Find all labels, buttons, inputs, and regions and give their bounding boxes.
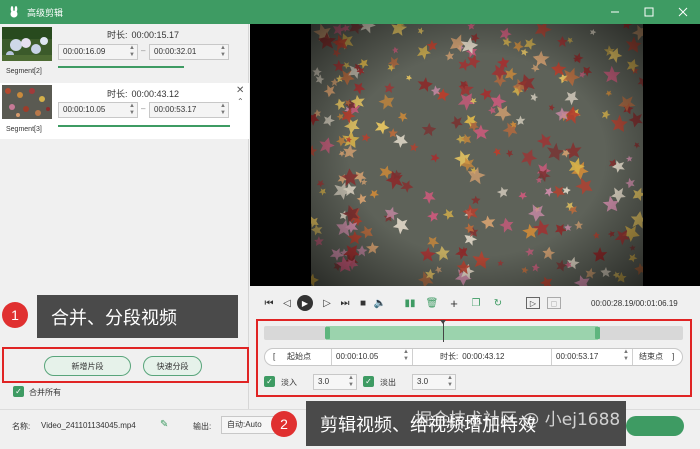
skip-start-icon[interactable]: ⏮: [262, 296, 276, 310]
stop-icon[interactable]: ■: [356, 296, 370, 310]
output-label: 输出:: [193, 422, 212, 431]
segment-end-input[interactable]: 00:00:32.01 ▲ ▼: [149, 44, 229, 60]
mark-out-icon[interactable]: ◻: [547, 297, 561, 309]
fade-out-label: 淡出: [380, 378, 396, 387]
play-icon[interactable]: ▶: [297, 295, 313, 311]
mark-in-icon[interactable]: ▷: [526, 297, 540, 309]
start-time-input[interactable]: 00:00:10.05 ▲ ▼: [331, 349, 413, 365]
segment-item[interactable]: Segment[3] 时长: 00:00:43.12 00:00:10.05 ▲ ▼ …: [0, 83, 249, 139]
range-duration: 时长: 00:00:43.12: [440, 352, 505, 361]
minimize-button[interactable]: [598, 0, 632, 24]
fade-out-input[interactable]: 3.0 ▲ ▼: [412, 374, 456, 390]
segment-thumbnail: [2, 27, 52, 61]
close-icon: [678, 7, 688, 17]
fade-in-input[interactable]: 3.0 ▲ ▼: [313, 374, 357, 390]
segment-duration: 时长: 00:00:15.17: [106, 30, 180, 40]
callout-badge-2: 2: [271, 411, 297, 437]
segment-end-input[interactable]: 00:00:53.17 ▲ ▼: [149, 102, 229, 118]
callout-merge-split: 合并、分段视频: [37, 295, 238, 338]
time-readout: 00:00:28.19/00:01:06.19: [591, 299, 678, 308]
window-title: 高级剪辑: [27, 7, 64, 18]
close-button[interactable]: [666, 0, 700, 24]
segment-collapse-icon[interactable]: ⌃: [237, 97, 244, 106]
skip-end-icon[interactable]: ⏭: [338, 296, 352, 310]
export-button[interactable]: [626, 416, 684, 436]
split-icon[interactable]: ▮▮: [403, 296, 417, 310]
merge-all-checkbox[interactable]: ✓: [13, 386, 24, 397]
fade-in-checkbox[interactable]: ✓: [264, 376, 275, 387]
timeline-end-handle[interactable]: [595, 327, 600, 339]
start-bracket: [: [273, 352, 276, 361]
copy-icon[interactable]: ❐: [469, 296, 483, 310]
minimize-icon: [611, 11, 619, 13]
fade-out-checkbox[interactable]: ✓: [363, 376, 374, 387]
segment-duration: 时长: 00:00:43.12: [106, 89, 180, 99]
video-preview[interactable]: [250, 24, 700, 286]
file-name: Video_241101134045.mp4: [41, 421, 136, 430]
new-segment-button[interactable]: 新增片段: [44, 356, 131, 376]
end-point-button[interactable]: 结束点: [639, 349, 663, 365]
segment-start-input[interactable]: 00:00:10.05 ▲ ▼: [58, 102, 138, 118]
maximize-icon: [644, 7, 654, 17]
title-bar: 高级剪辑: [0, 0, 700, 24]
fade-in-label: 淡入: [281, 378, 297, 387]
timeline-selection[interactable]: [326, 326, 598, 340]
step-back-icon[interactable]: ◁: [280, 296, 294, 310]
quick-split-button[interactable]: 快速分段: [143, 356, 202, 376]
end-time-input[interactable]: 00:00:53.17 ▲ ▼: [551, 349, 633, 365]
segment-close-icon[interactable]: ✕: [236, 85, 244, 96]
range-dash: –: [141, 104, 146, 113]
start-point-button[interactable]: 起始点: [287, 349, 311, 365]
callout-badge-1: 1: [2, 302, 28, 328]
volume-icon[interactable]: 🔈: [373, 296, 387, 310]
segment-label: Segment[3]: [6, 126, 42, 133]
segment-progress-bar: [58, 66, 184, 68]
maximize-button[interactable]: [632, 0, 666, 24]
rabbit-logo-icon: [7, 5, 21, 19]
range-dash: –: [141, 46, 146, 55]
reset-icon[interactable]: ↻: [491, 296, 505, 310]
end-bracket: ]: [672, 352, 675, 361]
segment-label: Segment[2]: [6, 68, 42, 75]
watermark-text: 掘金技术社区 @ 小ej1688: [415, 410, 621, 430]
step-forward-icon[interactable]: ▷: [320, 296, 334, 310]
delete-icon[interactable]: 🗑: [425, 296, 439, 310]
add-icon[interactable]: +: [447, 296, 461, 311]
video-frame: [311, 24, 643, 286]
name-label: 名称:: [12, 422, 31, 431]
range-editor: [ 起始点 00:00:10.05 ▲ ▼ 时长: 00:00:43.12 00:00…: [264, 348, 683, 366]
edit-name-icon[interactable]: ✎: [160, 419, 168, 430]
segment-progress-bar: [58, 125, 230, 127]
segment-item[interactable]: Segment[2] 时长: 00:00:15.17 00:00:16.09 ▲ ▼ …: [0, 25, 249, 83]
merge-all-label: 合并所有: [29, 388, 61, 397]
segment-start-input[interactable]: 00:00:16.09 ▲ ▼: [58, 44, 138, 60]
segment-thumbnail: [2, 85, 52, 119]
timeline-start-handle[interactable]: [325, 327, 330, 339]
playhead-line[interactable]: [443, 321, 444, 342]
